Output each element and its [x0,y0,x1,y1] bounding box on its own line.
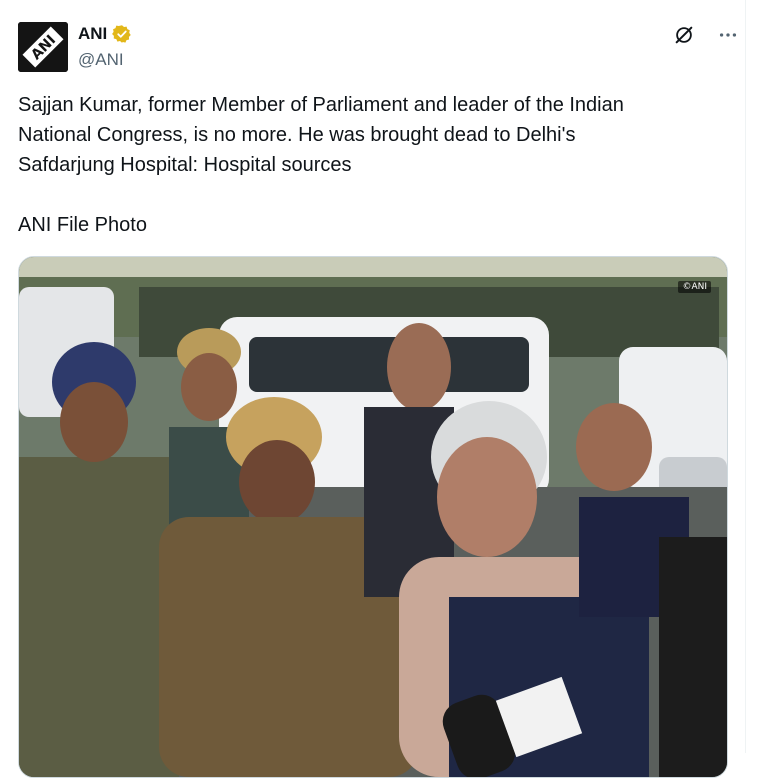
photo-watermark: ©ANI [678,281,711,293]
photo-illustration [19,257,727,777]
column-divider [745,0,746,753]
handle[interactable]: @ANI [78,50,124,70]
tweet-actions [671,22,741,48]
tweet-text: Sajjan Kumar, former Member of Parliamen… [18,90,718,240]
tweet-footer-line: ANI File Photo [18,214,147,236]
tweet-text-line: Safdarjung Hospital: Hospital sources [18,154,352,176]
author-name-row: ANI [78,24,132,44]
tweet-photo[interactable]: ©ANI [18,256,728,778]
avatar[interactable]: ANI [18,22,68,72]
tweet-text-line: National Congress, is no more. He was br… [18,124,576,146]
display-name[interactable]: ANI [78,24,107,44]
verified-badge-icon [112,24,132,44]
more-icon[interactable] [715,22,741,48]
grok-icon[interactable] [671,22,697,48]
tweet-text-line: Sajjan Kumar, former Member of Parliamen… [18,94,624,116]
